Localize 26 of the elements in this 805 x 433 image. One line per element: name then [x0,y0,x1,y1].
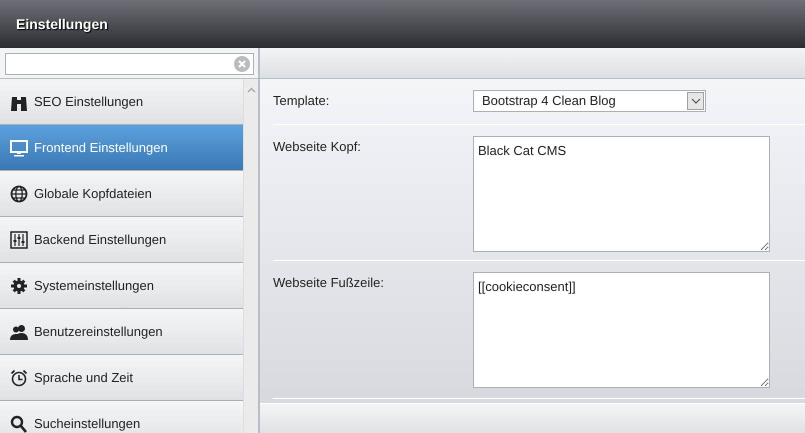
sidebar-item[interactable]: Backend Einstellungen [0,217,243,263]
clear-icon[interactable] [234,56,250,72]
users-icon [10,322,28,340]
scroll-up-icon[interactable] [246,87,256,93]
page-title: Einstellungen [16,14,108,34]
caret-icon [690,98,700,104]
monitor-icon [10,138,28,156]
text-area[interactable]: Black Cat CMS [473,136,770,252]
search-icon [10,414,28,432]
field-label: Webseite Kopf: [273,139,361,154]
field-label: Webseite Fußzeile: [273,275,384,290]
sidebar-item[interactable]: Benutzereinstellungen [0,309,243,355]
alarm-clock-icon [10,368,28,386]
template-dropdown[interactable]: Bootstrap 4 Clean Blog [473,90,706,112]
sliders-icon [10,230,28,248]
search-field[interactable] [5,53,254,75]
sidebar-item[interactable]: Frontend Einstellungen [0,125,243,171]
sidebar-item[interactable]: Globale Kopfdateien [0,171,243,217]
field-label: Template: [273,93,330,108]
sidebar-item[interactable]: Systemeinstellungen [0,263,243,309]
text-area[interactable]: [[cookieconsent]] [473,272,770,388]
sidebar-item[interactable]: Sucheinstellungen [0,401,243,433]
gear-icon [10,276,28,294]
globe-icon [10,184,28,202]
sidebar-item[interactable]: SEO Einstellungen [0,79,243,125]
sidebar-item[interactable]: Sprache und Zeit [0,355,243,401]
